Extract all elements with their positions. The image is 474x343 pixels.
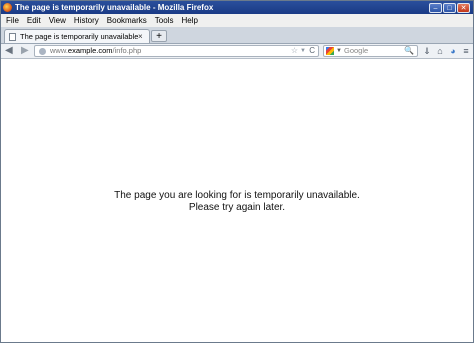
tab-strip: The page is temporarily unavailable × + [1,27,473,44]
menu-icon[interactable]: ≡ [461,46,471,56]
google-icon[interactable] [326,47,334,55]
tab-active[interactable]: The page is temporarily unavailable × [4,29,150,43]
forward-button[interactable]: ▶ [21,45,29,57]
back-button[interactable]: ◀ [5,45,13,57]
maximize-button[interactable]: □ [443,2,456,13]
window-title: The page is temporarily unavailable - Mo… [15,3,214,12]
error-line-1: The page you are looking for is temporar… [114,190,360,201]
menu-bar: File Edit View History Bookmarks Tools H… [1,14,473,27]
search-engine-dropdown-icon[interactable]: ▼ [336,46,342,56]
home-icon[interactable]: ⌂ [435,46,445,56]
title-bar: The page is temporarily unavailable - Mo… [1,1,473,14]
close-button[interactable]: ✕ [457,2,470,13]
url-prefix: www. [50,46,68,55]
reload-icon[interactable]: C [309,46,315,56]
search-bar[interactable]: ▼ Google 🔍 [323,45,418,57]
menu-history[interactable]: History [74,16,99,25]
page-content: The page you are looking for is temporar… [1,59,473,342]
bookmark-star-icon[interactable]: ☆ [291,46,298,56]
url-dropdown-icon[interactable]: ▼ [300,46,306,56]
url-path: /info.php [112,46,142,55]
menu-file[interactable]: File [6,16,19,25]
error-line-2: Please try again later. [188,202,286,213]
new-tab-button[interactable]: + [151,30,167,42]
minimize-button[interactable]: – [429,2,442,13]
menu-view[interactable]: View [49,16,66,25]
downloads-icon[interactable]: ⇓ [422,46,432,56]
navigation-bar: ◀ ▶ www.example.com/info.php ☆ ▼ C ▼ Goo… [1,44,473,59]
error-message: The page you are looking for is temporar… [1,190,473,214]
menu-edit[interactable]: Edit [27,16,41,25]
site-identity-icon[interactable] [39,48,46,55]
url-domain: example.com [67,46,113,55]
url-text[interactable]: www.example.com/info.php [50,46,141,56]
search-input[interactable]: Google [344,46,368,56]
browser-window: The page is temporarily unavailable - Mo… [0,0,474,343]
tab-label: The page is temporarily unavailable [20,32,138,41]
tab-close-icon[interactable]: × [138,32,146,41]
search-icon[interactable]: 🔍 [404,46,414,56]
menu-tools[interactable]: Tools [155,16,174,25]
menu-help[interactable]: Help [181,16,197,25]
page-icon [9,32,16,41]
addon-icon[interactable]: ◕ [448,46,458,56]
firefox-logo-icon [3,3,12,12]
url-bar[interactable]: www.example.com/info.php ☆ ▼ C [34,45,319,57]
menu-bookmarks[interactable]: Bookmarks [107,16,147,25]
